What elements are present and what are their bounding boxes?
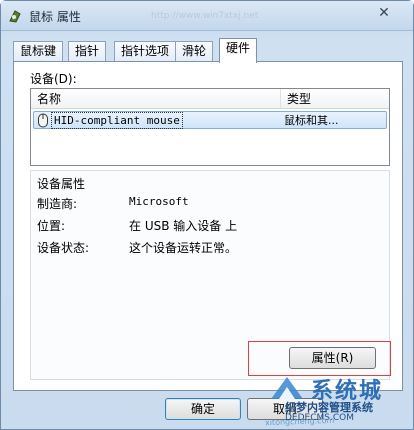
device-properties-title: 设备属性 [37,177,86,191]
close-icon[interactable]: ✕ [375,5,393,21]
manufacturer-value: Microsoft [129,195,189,208]
tab-strip: 鼠标键 指针 指针选项 滑轮 硬件 [13,38,403,63]
ok-button[interactable]: 确定 [165,398,241,420]
column-header-name[interactable]: 名称 [31,89,281,109]
window-title: 鼠标 属性 [29,10,81,24]
tab-hardware[interactable]: 硬件 [219,38,258,63]
manufacturer-label: 制造商: [37,197,78,211]
device-list[interactable]: 名称 类型 HID-compliant mouse 鼠标和其... [30,88,390,166]
status-label: 设备状态: [37,241,90,255]
location-value: 在 USB 输入设备 上 [129,219,238,233]
device-name: HID-compliant mouse [51,112,183,129]
device-row-selected[interactable]: HID-compliant mouse 鼠标和其... [33,111,387,129]
status-value: 这个设备运转正常。 [129,241,238,255]
tab-pointers[interactable]: 指针 [68,41,107,62]
tab-buttons[interactable]: 鼠标键 [13,41,64,62]
mouse-properties-window: 鼠标 属性 http://www.win7xtxj.net ✕ 鼠标键 指针 指… [0,0,414,430]
tab-wheel[interactable]: 滑轮 [175,41,214,62]
mouse-app-icon [9,10,21,23]
hardware-panel: 设备(D): 名称 类型 HID-compliant mouse 鼠标和其...… [13,61,403,391]
url-watermark: http://www.win7xtxj.net [151,11,259,21]
location-label: 位置: [37,219,66,233]
watermark-site: xitongcheng.com [264,415,335,428]
title-bar[interactable]: 鼠标 属性 http://www.win7xtxj.net ✕ [1,1,413,31]
properties-button[interactable]: 属性(R) [289,347,376,369]
devices-label: 设备(D): [30,72,77,86]
mouse-device-icon [38,113,48,128]
device-type: 鼠标和其... [284,114,339,127]
column-header-type[interactable]: 类型 [281,89,389,109]
tab-pointer-options[interactable]: 指针选项 [114,41,177,62]
site-watermark: 系统城 织梦内容管理系统 DEDECMS.COM xitongcheng.com [263,371,413,429]
